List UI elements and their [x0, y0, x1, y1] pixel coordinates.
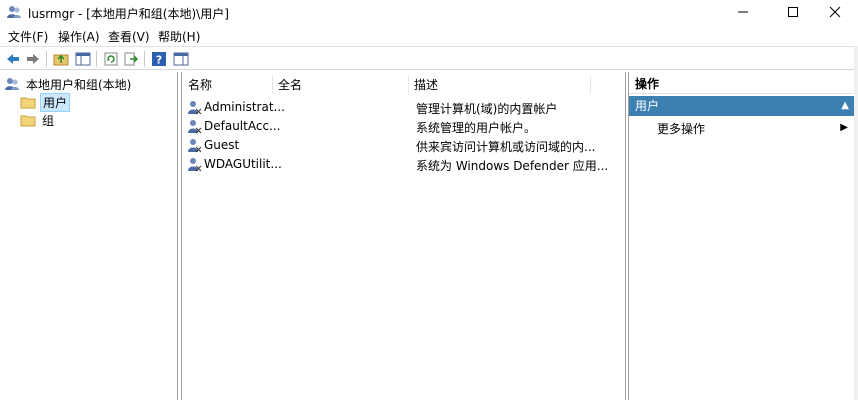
minimize-button[interactable] [720, 0, 766, 24]
maximize-button[interactable] [770, 0, 816, 24]
column-header-fullname[interactable]: 全名 [278, 76, 302, 96]
refresh-button[interactable] [102, 50, 120, 68]
show-hide-action-pane-button[interactable] [172, 50, 190, 68]
tree-root-label: 本地用户和组(本地) [26, 77, 132, 92]
action-section-users[interactable]: 用户 ▲ [629, 96, 855, 116]
forward-button[interactable] [24, 50, 42, 68]
export-list-icon [124, 52, 139, 66]
refresh-icon [104, 52, 118, 66]
tree-item-users[interactable]: 用户 [20, 92, 71, 112]
tree-item-label: 用户 [40, 92, 71, 112]
folder-icon [20, 115, 36, 127]
row-description: 管理计算机(域)的内置帐户 [416, 102, 558, 116]
show-hide-tree-button[interactable] [74, 50, 92, 68]
user-icon [188, 139, 202, 153]
back-button[interactable] [4, 50, 22, 68]
table-row[interactable]: DefaultAcc... 系统管理的用户帐户。 [186, 117, 616, 136]
menu-view[interactable]: 查看(V) [108, 28, 150, 45]
row-description: 供来宾访问计算机或访问域的内... [416, 140, 596, 154]
users-icon [7, 6, 21, 18]
row-name: WDAGUtilit... [204, 157, 282, 171]
column-header-description[interactable]: 描述 [414, 76, 438, 96]
help-button[interactable]: ? [150, 50, 168, 68]
help-icon: ? [152, 52, 166, 67]
close-icon [829, 6, 841, 18]
submenu-arrow-icon: ▶ [840, 122, 848, 133]
forward-icon [27, 54, 39, 64]
back-icon [7, 54, 19, 64]
tree-item-label: 组 [42, 113, 55, 128]
folder-icon [20, 97, 36, 109]
menu-help[interactable]: 帮助(H) [158, 28, 200, 45]
row-description: 系统为 Windows Defender 应用... [416, 159, 609, 173]
window-edge [854, 46, 858, 400]
export-list-button[interactable] [122, 50, 140, 68]
title-bar: lusrmgr - [本地用户和组(本地)\用户] [0, 0, 858, 24]
action-pane-header: 操作 [629, 74, 858, 94]
user-icon [188, 120, 202, 134]
minimize-icon [738, 11, 748, 13]
row-name: Guest [204, 138, 240, 152]
table-row[interactable]: Administrat... 管理计算机(域)的内置帐户 [186, 98, 616, 117]
users-icon [5, 78, 19, 90]
row-description: 系统管理的用户帐户。 [416, 121, 537, 135]
table-row[interactable]: Guest 供来宾访问计算机或访问域的内... [186, 136, 616, 155]
up-folder-button[interactable] [52, 50, 70, 68]
svg-text:?: ? [156, 54, 162, 67]
menu-action[interactable]: 操作(A) [58, 28, 100, 45]
show-hide-tree-icon [75, 52, 91, 66]
row-name: DefaultAcc... [204, 119, 281, 133]
row-name: Administrat... [204, 100, 285, 114]
column-header-name[interactable]: 名称 [188, 76, 212, 96]
list-pane: 名称 全名 描述 Administrat... 管理计算机(域)的内置帐户 De… [181, 72, 626, 400]
maximize-icon [788, 7, 798, 17]
action-pane: 操作 用户 ▲ 更多操作 ▶ [628, 72, 858, 400]
menu-bar: 文件(F) 操作(A) 查看(V) 帮助(H) [0, 26, 858, 46]
user-icon [188, 158, 202, 172]
up-folder-icon [53, 54, 69, 66]
action-section-label: 用户 [635, 99, 660, 113]
table-row[interactable]: WDAGUtilit... 系统为 Windows Defender 应用... [186, 155, 616, 174]
menu-file[interactable]: 文件(F) [8, 28, 48, 45]
window-title: lusrmgr - [本地用户和组(本地)\用户] [28, 7, 229, 21]
show-hide-action-pane-icon [173, 52, 189, 66]
close-button[interactable] [812, 0, 858, 24]
action-more-actions[interactable]: 更多操作 [657, 120, 705, 137]
tree-item-groups[interactable]: 组 [20, 111, 56, 129]
tree-pane: 本地用户和组(本地) 用户 组 [0, 72, 178, 400]
tree-root[interactable]: 本地用户和组(本地) [4, 75, 133, 93]
user-icon [188, 101, 202, 115]
collapse-icon[interactable]: ▲ [841, 96, 849, 116]
toolbar: ? [0, 46, 858, 70]
